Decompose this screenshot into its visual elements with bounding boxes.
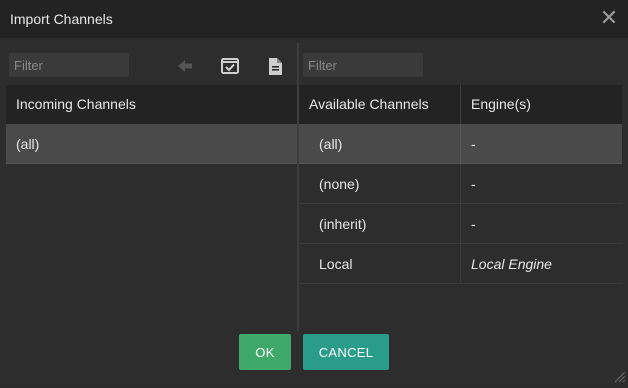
column-divider	[460, 204, 461, 244]
column-divider[interactable]	[460, 85, 461, 124]
available-table-header: Available Channels Engine(s)	[299, 85, 622, 124]
column-divider	[460, 164, 461, 204]
column-divider	[460, 244, 461, 284]
check-square-icon[interactable]	[219, 55, 241, 77]
engine-cell: Local Engine	[471, 256, 552, 272]
available-channels-pane: Available Channels Engine(s) (all) - (no…	[299, 43, 622, 331]
cancel-button[interactable]: CANCEL	[303, 334, 389, 370]
close-icon[interactable]: ✕	[598, 6, 620, 30]
import-channels-dialog: Import Channels ✕ Incomi	[0, 0, 628, 385]
incoming-row-label: (all)	[16, 136, 40, 152]
channel-cell: Local	[319, 256, 353, 272]
channel-cell: (inherit)	[319, 216, 367, 232]
document-icon[interactable]	[264, 55, 286, 77]
available-row-all[interactable]: (all) -	[299, 124, 622, 164]
channel-cell: (none)	[319, 176, 360, 192]
ok-button[interactable]: OK	[239, 334, 291, 370]
incoming-channels-header-label: Incoming Channels	[16, 96, 136, 112]
resize-grip-icon[interactable]	[612, 369, 626, 383]
dialog-title: Import Channels	[10, 11, 113, 27]
column-divider	[460, 124, 461, 164]
engine-cell: -	[471, 136, 476, 152]
engines-header[interactable]: Engine(s)	[471, 85, 531, 125]
title-bar: Import Channels ✕	[0, 0, 628, 38]
available-row-none[interactable]: (none) -	[299, 164, 622, 204]
incoming-channels-header[interactable]: Incoming Channels	[6, 85, 297, 124]
available-row-local[interactable]: Local Local Engine	[299, 244, 622, 284]
incoming-row-all[interactable]: (all)	[6, 124, 297, 164]
engine-cell: -	[471, 176, 476, 192]
channel-cell: (all)	[319, 136, 343, 152]
available-channels-header[interactable]: Available Channels	[309, 85, 429, 125]
incoming-channels-pane: Incoming Channels (all)	[6, 43, 297, 331]
available-row-inherit[interactable]: (inherit) -	[299, 204, 622, 244]
arrow-left-icon[interactable]	[174, 55, 196, 77]
available-filter-input[interactable]	[303, 53, 423, 77]
engine-cell: -	[471, 216, 476, 232]
incoming-filter-input[interactable]	[9, 53, 129, 77]
